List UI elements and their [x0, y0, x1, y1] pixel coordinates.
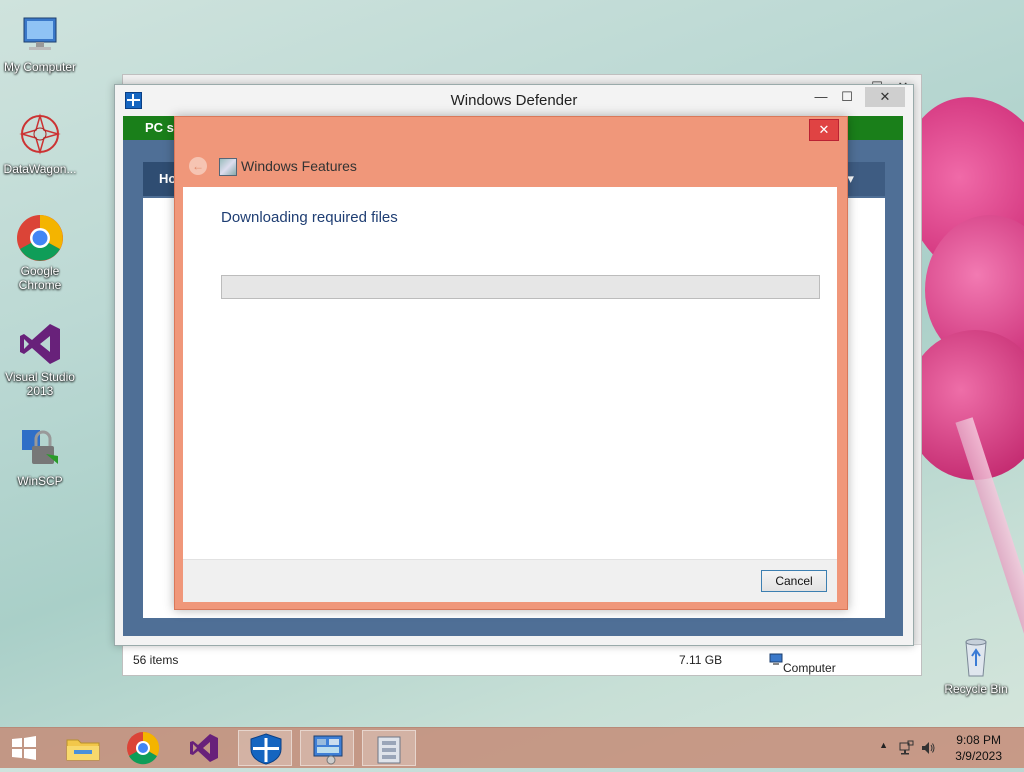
desktop-icon-visual-studio[interactable]: Visual Studio 2013: [0, 320, 80, 398]
chrome-icon: [16, 214, 64, 262]
clock[interactable]: 9:08 PM 3/9/2023: [955, 732, 1002, 764]
desktop-icon-label: Google Chrome: [18, 264, 62, 292]
desktop-icon-recycle-bin[interactable]: Recycle Bin: [936, 632, 1016, 696]
folder-icon: [66, 739, 100, 761]
download-progress-bar: [221, 275, 820, 299]
desktop-icon-label: Recycle Bin: [944, 682, 1008, 696]
taskbar-windows-defender[interactable]: [238, 730, 292, 766]
control-panel-icon: [313, 735, 343, 765]
features-content: Downloading required files: [183, 187, 837, 559]
windows-features-icon: [219, 158, 237, 176]
taskbar-control-panel[interactable]: [300, 730, 354, 766]
cancel-button[interactable]: Cancel: [761, 570, 827, 592]
taskbar: ▲ 9:08 PM 3/9/2023: [0, 727, 1024, 768]
chrome-icon: [127, 731, 160, 765]
visual-studio-icon: [16, 320, 64, 368]
visual-studio-icon: [190, 734, 218, 762]
back-arrow-icon[interactable]: ←: [189, 157, 207, 175]
desktop-icon-datawagon[interactable]: DataWagon...: [0, 112, 80, 176]
defender-title: Windows Defender: [450, 92, 578, 109]
computer-icon: [769, 653, 783, 665]
defender-minimize-button[interactable]: —: [807, 87, 835, 107]
desktop-icon-winscp[interactable]: WinSCP: [0, 424, 80, 488]
features-close-button[interactable]: ✕: [809, 119, 839, 141]
features-footer: Cancel: [183, 559, 837, 602]
clock-time: 9:08 PM: [956, 733, 1001, 747]
features-title: Windows Features: [241, 158, 357, 174]
datawagon-icon: [16, 112, 64, 160]
taskbar-windows-features[interactable]: [362, 730, 416, 766]
desktop-icon-google-chrome[interactable]: Google Chrome: [0, 214, 80, 292]
network-icon[interactable]: [898, 740, 914, 756]
desktop-icon-label: My Computer: [3, 60, 77, 74]
wallpaper-petal: [905, 330, 1024, 480]
status-item-count: 56 items: [133, 653, 179, 667]
desktop-icon-label: Visual Studio 2013: [5, 370, 75, 398]
show-hidden-icons-button[interactable]: ▲: [879, 740, 888, 750]
computer-icon: [16, 10, 64, 58]
explorer-status-bar: 56 items 7.11 GB Computer: [123, 644, 921, 675]
recycle-bin-icon: [952, 632, 1000, 680]
windows-logo-icon: [12, 736, 36, 760]
taskbar-visual-studio[interactable]: [176, 730, 230, 766]
status-location: Computer: [769, 653, 836, 675]
defender-maximize-button[interactable]: ☐: [833, 87, 861, 107]
windows-features-dialog: ✕ ← Windows Features Downloading require…: [174, 116, 848, 610]
start-button[interactable]: [0, 730, 48, 766]
defender-shield-icon: [250, 733, 282, 765]
desktop-icon-label: WinSCP: [17, 474, 63, 488]
taskbar-file-explorer[interactable]: [56, 730, 110, 766]
defender-titlebar[interactable]: Windows Defender — ☐ ✕: [115, 85, 913, 115]
volume-icon[interactable]: [920, 740, 936, 756]
winscp-icon: [16, 424, 64, 472]
download-heading: Downloading required files: [221, 209, 398, 226]
desktop-icon-label: DataWagon...: [3, 162, 77, 176]
windows-features-icon: [377, 736, 401, 764]
clock-date: 3/9/2023: [955, 749, 1002, 763]
taskbar-google-chrome[interactable]: [116, 730, 170, 766]
defender-close-button[interactable]: ✕: [865, 87, 905, 107]
desktop-icon-my-computer[interactable]: My Computer: [0, 10, 80, 74]
status-size: 7.11 GB: [679, 653, 723, 667]
